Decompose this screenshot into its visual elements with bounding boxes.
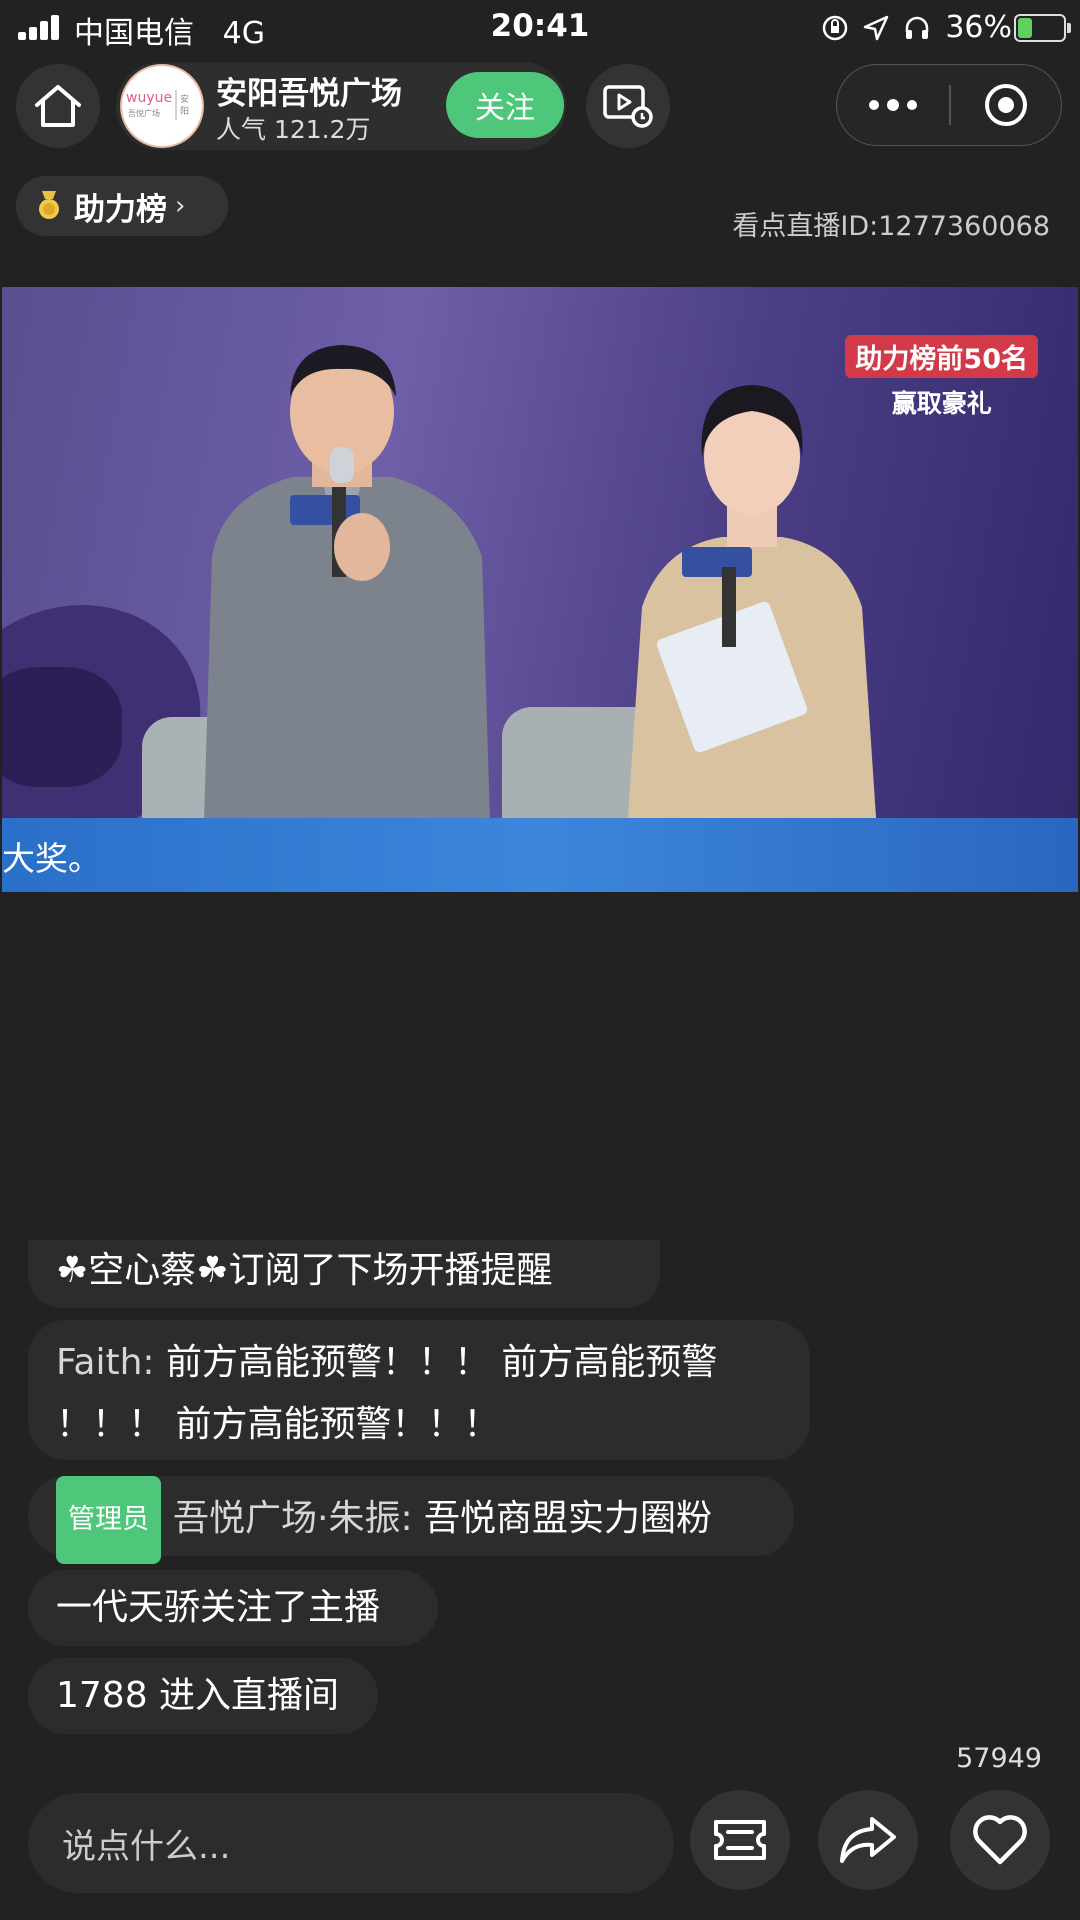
comment-placeholder: 说点什么...: [62, 1826, 231, 1867]
follow-button[interactable]: 关注: [446, 72, 564, 138]
chat-message: 1788 进入直播间: [28, 1658, 378, 1734]
chat-text: 1788 进入直播间: [56, 1675, 340, 1716]
chat-user: Faith:: [56, 1342, 155, 1383]
battery-icon: [1014, 14, 1071, 42]
anchor-avatar[interactable]: wuyue 吾悦广场 安 阳: [120, 64, 204, 148]
chat-message: 一代天骄关注了主播: [28, 1570, 438, 1646]
live-id: 看点直播ID:1277360068: [732, 211, 1050, 242]
comment-input[interactable]: 说点什么...: [28, 1793, 674, 1893]
promo-line2: 赢取豪礼: [891, 389, 992, 418]
svg-text:阳: 阳: [180, 106, 189, 117]
promo-banner: 助力榜前50名 赢取豪礼: [845, 335, 1038, 420]
chat-message: ☘空心蔡☘订阅了下场开播提醒: [28, 1240, 660, 1308]
miniprogram-capsule: [836, 64, 1062, 146]
replay-button[interactable]: [586, 64, 670, 148]
chat-text-cont: ！！！ 前方高能预警！！！: [56, 1404, 500, 1445]
male-host-figure: [202, 345, 492, 887]
medal-icon: [39, 191, 59, 219]
video-replay-icon: [603, 85, 653, 128]
admin-badge: 管理员: [56, 1476, 161, 1564]
support-rank-button[interactable]: 助力榜 ›: [16, 176, 228, 236]
more-button[interactable]: [837, 65, 949, 145]
wuyue-logo: wuyue 吾悦广场 安 阳: [126, 90, 189, 120]
share-icon: [840, 1817, 896, 1863]
chat-text: 一代天骄关注了主播: [56, 1587, 381, 1628]
home-button[interactable]: [16, 64, 100, 148]
chat-text: 前方高能预警！！！ 前方高能预警: [165, 1342, 718, 1383]
ticket-icon: [714, 1820, 766, 1860]
live-video[interactable]: 助力榜前50名 赢取豪礼 大奖。: [2, 287, 1078, 892]
coupon-button[interactable]: [690, 1790, 790, 1890]
like-button[interactable]: [950, 1790, 1050, 1890]
headphones-icon: [906, 16, 929, 39]
caption-text: 大奖。: [2, 839, 101, 878]
chat-user: 吾悦广场·朱振:: [173, 1498, 413, 1539]
location-icon: [864, 15, 889, 40]
orientation-lock-icon: [823, 15, 848, 40]
like-count: 57949: [956, 1743, 1042, 1774]
battery-percent: 36%: [945, 10, 1012, 45]
exit-button[interactable]: [950, 65, 1062, 145]
battery-fill: [1018, 18, 1032, 38]
caption-bar: 大奖。: [2, 818, 1078, 892]
share-button[interactable]: [818, 1790, 918, 1890]
svg-text:吾悦广场: 吾悦广场: [128, 108, 160, 118]
promo-line1: 助力榜前50名: [845, 335, 1038, 378]
heart-icon: [973, 1815, 1027, 1865]
anchor-info[interactable]: wuyue 吾悦广场 安 阳 安阳吾悦广场 人气 121.2万 关注: [116, 62, 566, 150]
chat-message: Faith: 前方高能预警！！！ 前方高能预警 ！！！ 前方高能预警！！！: [28, 1320, 810, 1460]
target-icon: [985, 84, 1027, 126]
popularity-count: 人气 121.2万: [216, 115, 371, 144]
svg-text:wuyue: wuyue: [126, 90, 172, 106]
chat-text: ☘空心蔡☘订阅了下场开播提醒: [56, 1250, 553, 1291]
chat-message: 管理员 吾悦广场·朱振: 吾悦商盟实力圈粉: [28, 1476, 794, 1564]
home-icon: [35, 85, 81, 127]
anchor-name: 安阳吾悦广场: [216, 76, 402, 112]
chat-text: 吾悦商盟实力圈粉: [424, 1498, 713, 1539]
status-bar: 中国电信 4G 20:41 36%: [0, 0, 1080, 54]
female-host-figure: [623, 385, 881, 892]
support-rank-label: 助力榜: [74, 191, 167, 228]
chevron-right-icon: ›: [175, 191, 186, 221]
svg-text:安: 安: [180, 93, 189, 105]
status-icons: 36%: [821, 10, 1012, 45]
